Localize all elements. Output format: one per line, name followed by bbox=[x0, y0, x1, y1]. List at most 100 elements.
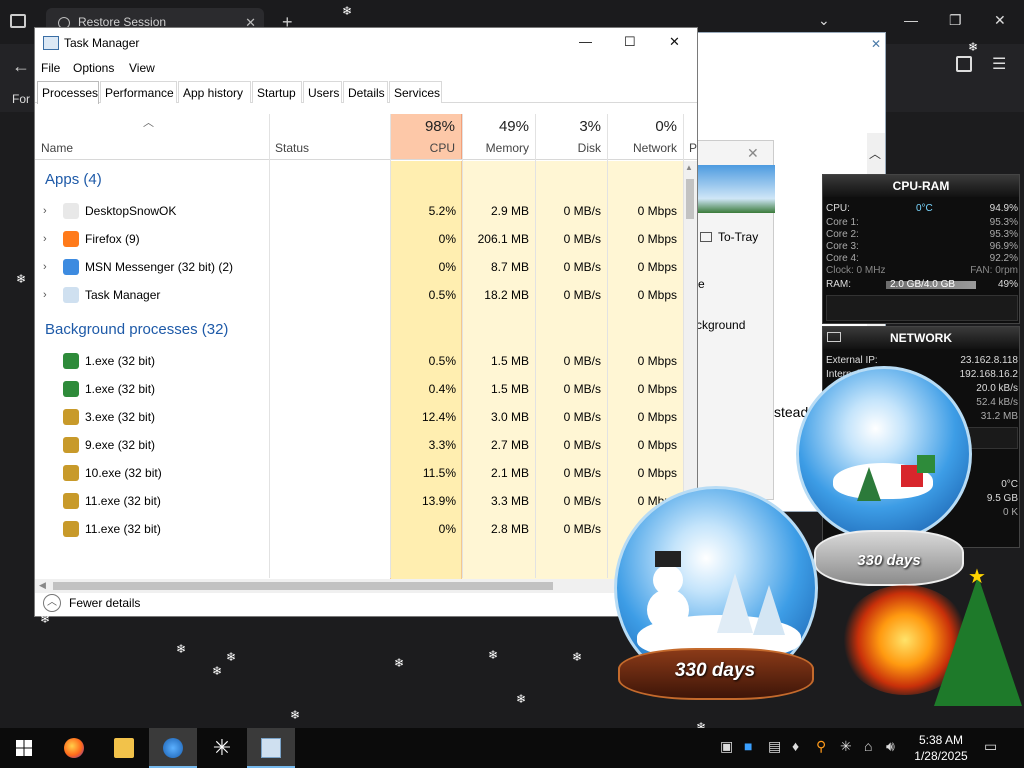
table-row[interactable]: 9.exe (32 bit) 3.3% 2.7 MB 0 MB/s 0 Mbps bbox=[35, 431, 683, 459]
taskbar-desktopsnowok[interactable]: ✳ bbox=[198, 728, 246, 768]
table-row[interactable]: › Task Manager 0.5% 18.2 MB 0 MB/s 0 Mbps bbox=[35, 281, 683, 309]
taskbar-file-explorer[interactable] bbox=[100, 728, 148, 768]
table-row[interactable]: 11.exe (32 bit) 13.9% 3.3 MB 0 MB/s 0 Mbps bbox=[35, 487, 683, 515]
tab-services[interactable]: Services bbox=[389, 81, 442, 103]
column-divider bbox=[390, 114, 391, 578]
scroll-left-icon[interactable]: ◀ bbox=[39, 580, 46, 591]
table-row[interactable]: 1.exe (32 bit) 0.4% 1.5 MB 0 MB/s 0 Mbps bbox=[35, 375, 683, 403]
table-row[interactable]: › MSN Messenger (32 bit) (2) 0% 8.7 MB 0 MB/… bbox=[35, 253, 683, 281]
tray-app-icon[interactable]: ■ bbox=[744, 738, 752, 754]
tray-app-icon[interactable]: ♦ bbox=[792, 738, 799, 754]
table-row[interactable]: 3.exe (32 bit) 12.4% 3.0 MB 0 MB/s 0 Mbps bbox=[35, 403, 683, 431]
menu-options[interactable]: Options bbox=[73, 61, 114, 75]
chevron-right-icon[interactable]: › bbox=[43, 253, 47, 281]
network-cell: 0 Mbps bbox=[637, 232, 677, 246]
days-label: 330 days bbox=[857, 552, 921, 569]
column-status[interactable]: Status bbox=[275, 141, 309, 155]
close-icon[interactable]: ✕ bbox=[747, 145, 759, 162]
menu-view[interactable]: View bbox=[129, 61, 155, 75]
minimize-icon[interactable]: — bbox=[904, 12, 918, 28]
tab-details[interactable]: Details bbox=[343, 81, 388, 103]
cpu-ram-gadget[interactable]: CPU-RAM CPU: 0°C 94.9% Core 1: 95.3% Core 2… bbox=[822, 174, 1020, 324]
process-name: 9.exe (32 bit) bbox=[85, 438, 156, 452]
maximize-icon[interactable]: ☐ bbox=[624, 34, 636, 50]
to-tray-button[interactable]: To-Tray bbox=[700, 230, 758, 244]
scroll-thumb[interactable] bbox=[53, 582, 553, 590]
restore-icon[interactable]: ❐ bbox=[949, 12, 962, 29]
notifications-icon[interactable]: ▭ bbox=[984, 738, 997, 755]
column-name[interactable]: Name bbox=[41, 141, 73, 155]
tray-app-icon[interactable]: ▣ bbox=[720, 738, 733, 755]
column-cpu[interactable]: 98% CPU bbox=[390, 114, 462, 159]
network-cell: 0 Mbps bbox=[637, 466, 677, 480]
tab-processes[interactable]: Processes bbox=[37, 81, 99, 104]
cpu-cell: 11.5% bbox=[422, 466, 456, 480]
star-icon: ★ bbox=[968, 566, 986, 588]
taskbar-firefox[interactable] bbox=[50, 728, 98, 768]
cpu-cell: 0% bbox=[438, 522, 456, 536]
task-manager-icon bbox=[261, 738, 281, 758]
tab-users[interactable]: Users bbox=[303, 81, 342, 103]
column-disk[interactable]: 3% Disk bbox=[535, 114, 607, 159]
tab-app-history[interactable]: App history bbox=[178, 81, 251, 103]
table-row[interactable]: 11.exe (32 bit)0%2.8 MB0 MB/s0 Mbps bbox=[35, 515, 683, 543]
process-icon bbox=[63, 231, 79, 247]
network-cell: 0 Mbps bbox=[637, 410, 677, 424]
memory-cell: 18.2 MB bbox=[484, 288, 529, 302]
group-background[interactable]: Background processes (32) bbox=[45, 321, 228, 338]
volume-icon[interactable]: 🔊︎ bbox=[886, 738, 895, 755]
hamburger-menu-icon[interactable]: ☰ bbox=[992, 54, 1006, 74]
footer: ︿ Fewer details bbox=[35, 593, 697, 617]
table-row[interactable]: › Firefox (9) 0% 206.1 MB 0 MB/s 0 Mbps bbox=[35, 225, 683, 253]
column-divider bbox=[269, 114, 270, 578]
chevron-up-icon[interactable]: ︿ bbox=[869, 145, 881, 162]
column-power[interactable]: P bbox=[689, 141, 697, 155]
chevron-right-icon[interactable]: › bbox=[43, 197, 47, 225]
snowflake-icon[interactable]: ✳ bbox=[840, 738, 852, 755]
scroll-up-icon[interactable]: ▲ bbox=[685, 163, 693, 172]
memory-cell: 2.7 MB bbox=[490, 438, 529, 452]
title-bar[interactable]: Task Manager — ☐ ✕ bbox=[35, 28, 697, 58]
chevron-down-icon[interactable]: ⌄ bbox=[818, 12, 830, 29]
minimize-icon[interactable]: — bbox=[579, 34, 592, 49]
taskbar-task-manager[interactable] bbox=[247, 728, 295, 768]
horizontal-scrollbar[interactable]: ◀ bbox=[35, 579, 697, 593]
process-name: Firefox (9) bbox=[85, 232, 140, 246]
preview-image bbox=[697, 165, 775, 213]
network-icon[interactable]: ⌂ bbox=[864, 738, 872, 754]
table-row[interactable]: › DesktopSnowOK 5.2% 2.9 MB 0 MB/s 0 Mbps bbox=[35, 197, 683, 225]
start-button[interactable] bbox=[0, 728, 48, 768]
external-ip-label: External IP: bbox=[826, 355, 878, 366]
process-icon bbox=[63, 259, 79, 275]
close-icon[interactable]: ✕ bbox=[669, 34, 680, 50]
close-icon[interactable]: ✕ bbox=[994, 12, 1006, 29]
back-arrow-icon[interactable]: ← bbox=[12, 56, 30, 77]
search-icon[interactable]: ⚲ bbox=[816, 738, 826, 755]
column-memory[interactable]: 49% Memory bbox=[462, 114, 535, 159]
disk-cell: 0 MB/s bbox=[563, 354, 601, 368]
scroll-thumb[interactable] bbox=[686, 179, 694, 219]
table-row[interactable]: 10.exe (32 bit) 11.5% 2.1 MB 0 MB/s 0 Mbps bbox=[35, 459, 683, 487]
clock[interactable]: 5:38 AM 1/28/2025 bbox=[906, 732, 976, 764]
tab-performance[interactable]: Performance bbox=[100, 81, 177, 103]
tab-startup[interactable]: Startup bbox=[252, 81, 302, 103]
chevron-right-icon[interactable]: › bbox=[43, 281, 47, 309]
table-row[interactable]: 1.exe (32 bit) 0.5% 1.5 MB 0 MB/s 0 Mbps bbox=[35, 347, 683, 375]
column-network[interactable]: 0% Network bbox=[607, 114, 683, 159]
memory-total: 49% bbox=[498, 118, 529, 135]
cpu-cell: 0.4% bbox=[428, 382, 456, 396]
group-apps[interactable]: Apps (4) bbox=[45, 171, 102, 188]
tab-list-icon[interactable] bbox=[10, 14, 26, 28]
taskbar-msn-messenger[interactable] bbox=[149, 728, 197, 768]
menu-file[interactable]: File bbox=[41, 61, 60, 75]
process-name: Task Manager bbox=[85, 288, 161, 302]
tray-app-icon[interactable]: ▤ bbox=[768, 738, 781, 755]
extensions-icon[interactable] bbox=[956, 56, 972, 72]
chevron-right-icon[interactable]: › bbox=[43, 225, 47, 253]
memory-cell: 1.5 MB bbox=[490, 354, 529, 368]
close-icon[interactable]: ✕ bbox=[871, 37, 881, 51]
fewer-details-link[interactable]: Fewer details bbox=[69, 596, 140, 610]
snowman-body bbox=[647, 589, 689, 631]
collapse-icon[interactable]: ︿ bbox=[43, 594, 61, 612]
days-label: 330 days bbox=[674, 660, 756, 681]
